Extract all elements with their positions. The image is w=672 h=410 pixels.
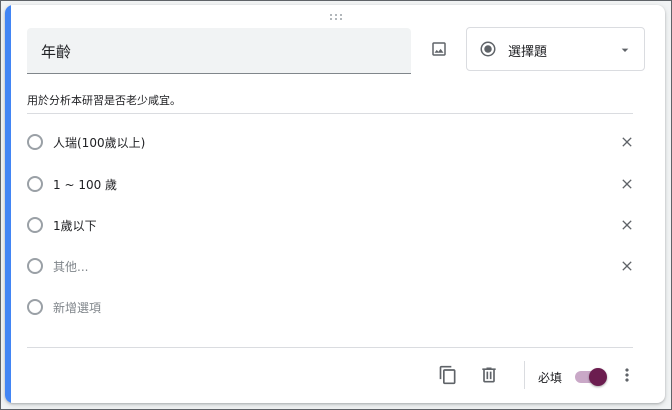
remove-option-button[interactable] bbox=[615, 213, 639, 237]
radio-button-checked-icon bbox=[480, 41, 496, 57]
toggle-thumb bbox=[589, 368, 607, 386]
description-divider bbox=[27, 113, 633, 114]
footer-vertical-divider bbox=[524, 361, 525, 389]
remove-option-button[interactable] bbox=[615, 172, 639, 196]
option-radio bbox=[27, 299, 43, 315]
question-title-input[interactable]: 年齡 bbox=[27, 28, 411, 74]
option-radio bbox=[27, 258, 43, 274]
required-toggle[interactable] bbox=[573, 367, 609, 387]
question-card[interactable]: 年齡 選擇題 用於分析本研習是否老少咸宜。 人瑞(100歲以上) 1 ~ 100… bbox=[5, 5, 665, 403]
add-option-item[interactable]: 新增選項 bbox=[27, 294, 643, 324]
option-item[interactable]: 人瑞(100歲以上) bbox=[27, 129, 643, 159]
window-frame: 年齡 選擇題 用於分析本研習是否老少咸宜。 人瑞(100歲以上) 1 ~ 100… bbox=[0, 0, 672, 410]
image-icon bbox=[432, 42, 446, 56]
question-description[interactable]: 用於分析本研習是否老少咸宜。 bbox=[27, 92, 181, 108]
more-vert-icon bbox=[625, 368, 629, 382]
arrow-drop-down-icon bbox=[621, 48, 629, 52]
delete-question-button[interactable] bbox=[475, 361, 503, 389]
question-type-label: 選擇題 bbox=[508, 45, 548, 60]
option-radio bbox=[27, 134, 43, 150]
close-icon bbox=[622, 137, 632, 147]
copy-icon bbox=[439, 365, 456, 385]
drag-handle-icon[interactable] bbox=[330, 14, 344, 22]
trash-icon bbox=[482, 367, 496, 383]
required-label: 必填 bbox=[538, 371, 563, 385]
question-title-text: 年齡 bbox=[41, 43, 72, 61]
option-radio bbox=[27, 217, 43, 233]
option-label[interactable]: 1歲以下 bbox=[53, 217, 97, 234]
option-label[interactable]: 人瑞(100歲以上) bbox=[53, 134, 145, 151]
close-icon bbox=[622, 261, 632, 271]
other-option-item[interactable]: 其他... bbox=[27, 253, 643, 283]
duplicate-button[interactable] bbox=[434, 361, 462, 389]
other-option-label[interactable]: 其他... bbox=[53, 258, 88, 275]
more-options-button[interactable] bbox=[613, 361, 641, 389]
remove-option-button[interactable] bbox=[615, 130, 639, 154]
option-item[interactable]: 1歲以下 bbox=[27, 212, 643, 242]
add-option-label[interactable]: 新增選項 bbox=[53, 299, 101, 316]
active-question-indicator bbox=[5, 5, 11, 403]
option-label[interactable]: 1 ~ 100 歲 bbox=[53, 176, 117, 193]
option-item[interactable]: 1 ~ 100 歲 bbox=[27, 171, 643, 201]
add-image-button[interactable] bbox=[423, 33, 455, 65]
question-type-dropdown[interactable]: 選擇題 bbox=[466, 27, 645, 71]
remove-other-option-button[interactable] bbox=[615, 254, 639, 278]
option-radio bbox=[27, 176, 43, 192]
close-icon bbox=[622, 220, 632, 230]
footer-divider bbox=[27, 347, 633, 348]
close-icon bbox=[622, 179, 632, 189]
